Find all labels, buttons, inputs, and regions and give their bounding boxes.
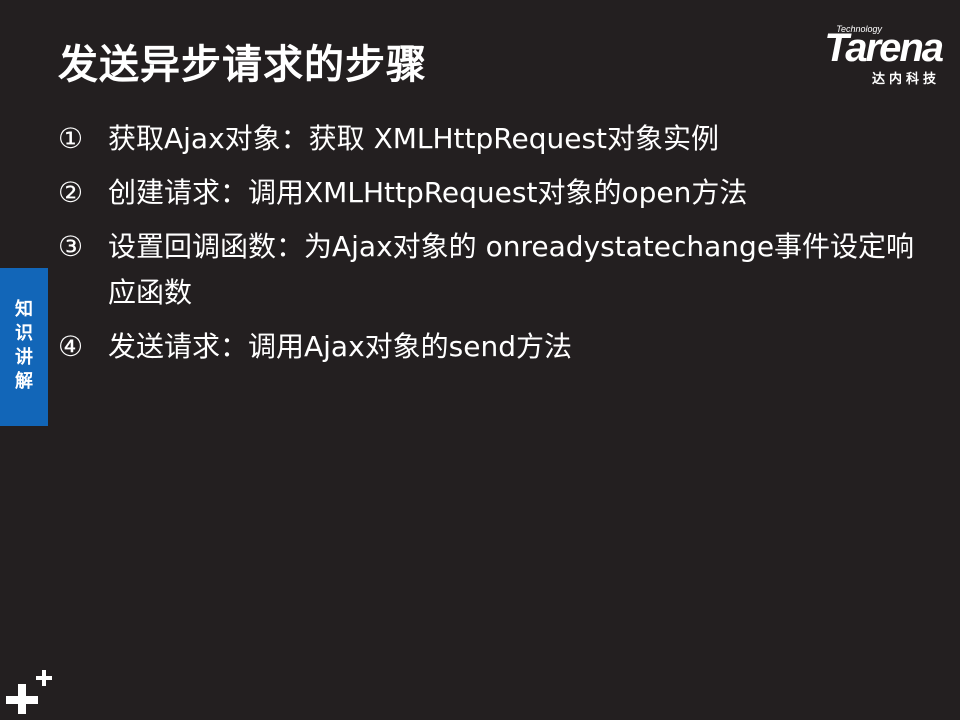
side-tab-char: 解 [15,371,33,392]
step-item: ② 创建请求：调用XMLHttpRequest对象的open方法 [58,170,938,216]
plus-icon [6,670,52,714]
step-number: ② [58,176,84,209]
logo-wordmark: Tarena [824,26,944,70]
tarena-logo: Technology Tarena 达内科技 [772,24,944,87]
step-number: ③ [58,230,84,263]
step-number: ④ [58,330,84,363]
side-tab-char: 识 [15,323,33,344]
step-number: ① [58,122,84,155]
side-tab-char: 知 [15,299,33,320]
step-item: ③ 设置回调函数：为Ajax对象的 onreadystatechange事件设定… [58,224,938,316]
side-tab: 知识讲解 [0,268,48,426]
step-list: ① 获取Ajax对象：获取 XMLHttpRequest对象实例 ② 创建请求：… [58,116,938,378]
side-tab-label: 知识讲解 [0,298,48,394]
step-text: 设置回调函数：为Ajax对象的 onreadystatechange事件设定响应… [108,230,915,309]
step-item: ① 获取Ajax对象：获取 XMLHttpRequest对象实例 [58,116,938,162]
step-text: 创建请求：调用XMLHttpRequest对象的open方法 [108,176,748,209]
side-tab-char: 讲 [15,347,33,368]
slide-title: 发送异步请求的步骤 [58,42,427,88]
logo-subtitle: 达内科技 [871,72,940,87]
step-text: 发送请求：调用Ajax对象的send方法 [108,330,572,363]
step-text: 获取Ajax对象：获取 XMLHttpRequest对象实例 [108,122,720,155]
step-item: ④ 发送请求：调用Ajax对象的send方法 [58,324,938,370]
